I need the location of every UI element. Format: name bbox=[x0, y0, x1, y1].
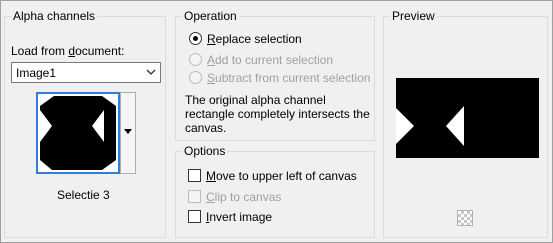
radio-button[interactable] bbox=[189, 53, 202, 66]
document-select-value: Image1 bbox=[16, 66, 57, 80]
checkbox-clip-label: Clip to canvas bbox=[206, 190, 282, 204]
channel-thumbnail[interactable] bbox=[36, 92, 120, 174]
radio-subtract-label: Subtract from current selection bbox=[207, 71, 371, 85]
checkbox[interactable] bbox=[188, 210, 201, 223]
chevron-down-icon bbox=[146, 69, 156, 75]
load-from-document-label: Load from document: bbox=[11, 44, 125, 58]
checkbox[interactable] bbox=[188, 169, 201, 182]
preview-title: Preview bbox=[390, 8, 437, 24]
alpha-channels-title: Alpha channels bbox=[11, 8, 98, 24]
options-title: Options bbox=[182, 143, 228, 159]
radio-button[interactable] bbox=[189, 71, 202, 84]
checkbox[interactable] bbox=[188, 190, 201, 203]
document-select[interactable]: Image1 bbox=[11, 62, 161, 83]
radio-selected-dot bbox=[193, 36, 198, 41]
channel-name: Selectie 3 bbox=[57, 188, 110, 202]
radio-add-label: Add to current selection bbox=[207, 53, 334, 67]
operation-title: Operation bbox=[182, 8, 239, 24]
checkbox-invert-label: Invert image bbox=[206, 210, 273, 224]
checkbox-move-label: Move to upper left of canvas bbox=[206, 169, 357, 183]
triangle-down-icon bbox=[124, 129, 132, 134]
radio-button[interactable] bbox=[189, 32, 202, 45]
radio-replace-label: Replace selection bbox=[207, 32, 302, 46]
channel-dropdown-button[interactable] bbox=[120, 92, 136, 174]
preview-image bbox=[396, 78, 539, 158]
operation-info-text: The original alpha channel rectangle com… bbox=[185, 93, 370, 135]
transparency-checker-icon[interactable] bbox=[457, 210, 473, 226]
channel-thumbnail-image bbox=[40, 96, 116, 170]
